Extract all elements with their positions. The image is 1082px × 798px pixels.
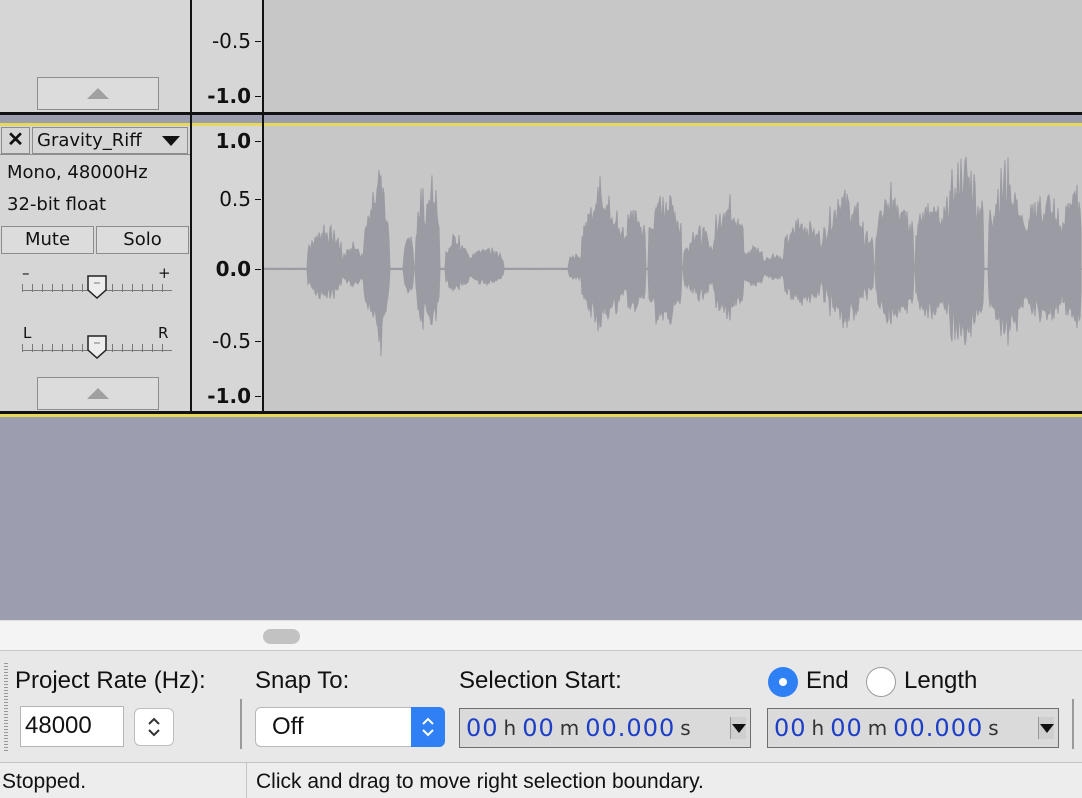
previous-track-vertical-ruler: -0.5 -1.0 [191,0,263,113]
snap-to-value: Off [272,713,304,740]
seconds-unit: s [680,716,691,740]
previous-track-waveform-area[interactable] [264,0,1082,113]
gain-slider-thumb[interactable] [86,274,108,300]
track-name-menu[interactable]: Gravity_Riff [32,127,188,154]
project-rate-label: Project Rate (Hz): [15,667,206,694]
track-name: Gravity_Riff [37,130,142,151]
control-panel-divider [190,0,192,415]
length-label: Length [904,667,978,694]
select-arrows-icon [411,707,445,747]
hours-unit: h [503,716,517,740]
selection-end-time[interactable]: 00 h 00 m 00.000 s [767,708,1059,748]
empty-track-area[interactable] [0,420,1082,618]
stepper-arrows-icon [148,717,160,737]
collapse-arrow-icon [87,88,109,99]
selection-start-time[interactable]: 00 h 00 m 00.000 s [459,708,751,748]
horizontal-scrollbar[interactable] [0,620,1082,650]
mute-button[interactable]: Mute [1,226,94,254]
ruler-tick: 0.5 [191,187,261,211]
track-format: Mono, 48000Hz [7,162,148,183]
minutes-unit: m [559,716,580,740]
track-title-bar: ✕ Gravity_Riff [0,126,190,155]
status-divider [246,763,247,798]
audio-track: ✕ Gravity_Riff Mono, 48000Hz 32-bit floa… [0,126,1082,412]
toolbar-separator [240,699,242,749]
start-seconds: 00.000 [585,714,676,742]
gain-max-label: + [158,264,171,282]
previous-track-control-panel [0,0,190,113]
track-vertical-ruler: 1.0 0.5 0.0 -0.5 -1.0 [191,126,263,412]
length-radio[interactable] [866,667,896,697]
ruler-tick: -0.5 [191,329,261,353]
ruler-tick: -1.0 [191,384,261,408]
project-rate-stepper[interactable] [134,708,174,746]
start-hours: 00 [466,714,499,742]
status-hint: Click and drag to move right selection b… [256,770,704,793]
selection-toolbar: Project Rate (Hz): 48000 Snap To: Off Se… [0,650,1082,762]
ruler-tick: -0.5 [191,29,261,53]
ruler-tick: 1.0 [191,129,261,153]
pan-left-label: L [23,324,32,342]
toolbar-grip[interactable] [4,663,8,753]
toolbar-separator [1072,699,1074,749]
ruler-tick: 0.0 [191,257,261,281]
pan-slider[interactable]: L R [22,324,174,366]
minutes-unit: m [867,716,888,740]
time-format-dropdown-icon[interactable] [730,717,746,739]
track-collapse-button[interactable] [37,377,159,410]
scrollbar-thumb[interactable] [263,629,300,644]
status-bar: Stopped. Click and drag to move right se… [0,762,1082,798]
status-state: Stopped. [2,770,87,793]
collapse-arrow-icon [87,388,109,399]
snap-to-label: Snap To: [255,667,350,694]
gain-min-label: – [22,264,30,282]
start-minutes: 00 [522,714,555,742]
end-radio[interactable] [768,667,798,697]
end-label: End [806,667,849,694]
track-bit-depth: 32-bit float [7,194,107,215]
project-rate-input[interactable]: 48000 [20,706,124,747]
end-hours: 00 [774,714,807,742]
ruler-divider [262,0,264,415]
snap-to-select[interactable]: Off [255,707,445,747]
end-seconds: 00.000 [893,714,984,742]
track-focus-border [0,414,1082,417]
gain-slider[interactable]: – + [22,264,174,306]
track-control-panel: ✕ Gravity_Riff Mono, 48000Hz 32-bit floa… [0,126,190,412]
hours-unit: h [811,716,825,740]
pan-slider-thumb[interactable] [86,334,108,360]
pan-right-label: R [158,324,169,342]
ruler-tick: -1.0 [191,84,261,108]
solo-button[interactable]: Solo [96,226,189,254]
dropdown-arrow-icon [162,136,180,146]
close-track-icon[interactable]: ✕ [1,127,30,154]
time-format-dropdown-icon[interactable] [1038,717,1054,739]
previous-track: -0.5 -1.0 [0,0,1082,113]
waveform-area[interactable] [264,126,1082,412]
seconds-unit: s [988,716,999,740]
waveform [264,156,1082,357]
selection-start-label: Selection Start: [459,667,622,694]
end-minutes: 00 [830,714,863,742]
previous-track-collapse-button[interactable] [37,77,159,110]
